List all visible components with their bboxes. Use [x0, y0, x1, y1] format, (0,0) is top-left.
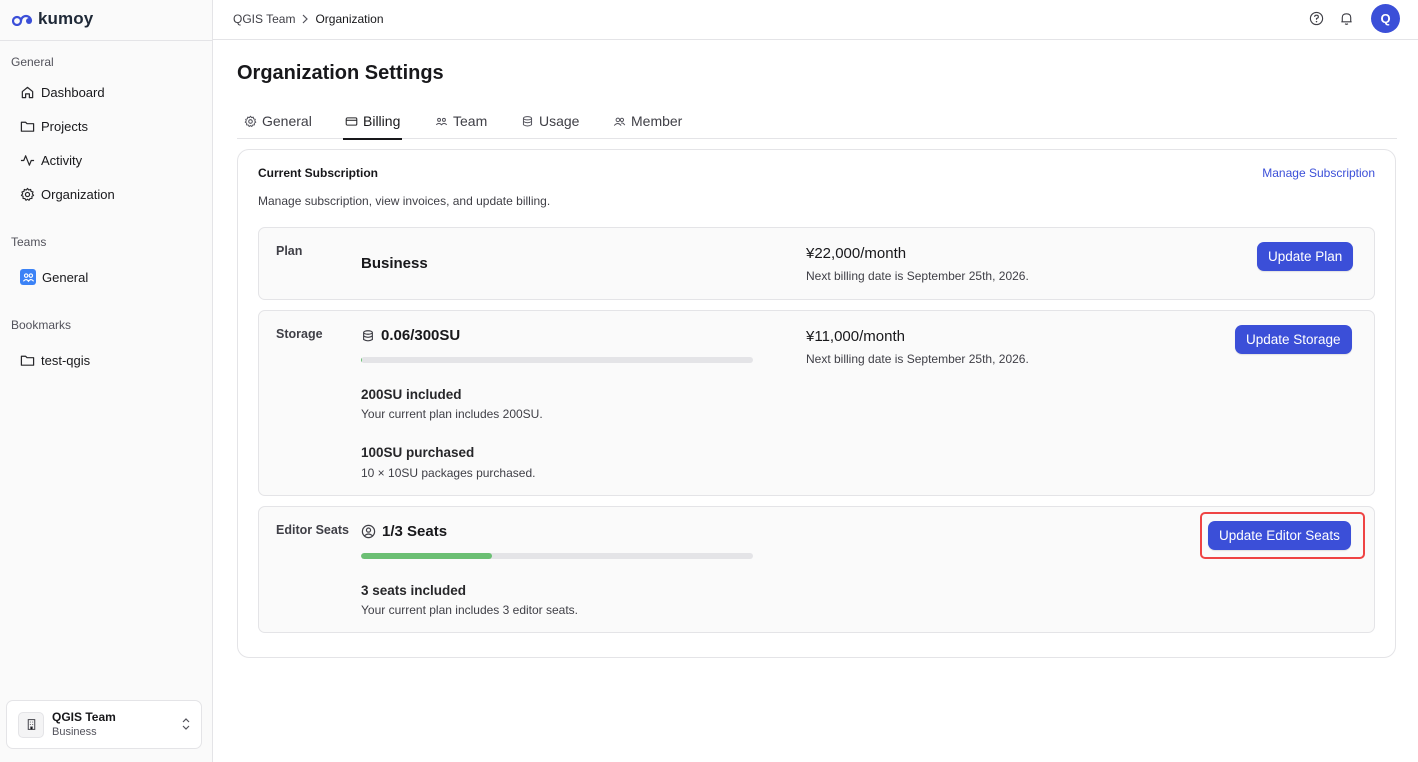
sidebar-item-projects[interactable]: Projects [20, 114, 88, 138]
sidebar-item-bookmark[interactable]: test-qgis [20, 348, 90, 372]
settings-tabs: General Billing Team Usage Member [237, 103, 1397, 140]
brand-logo[interactable]: kumoy [12, 9, 93, 29]
sidebar-item-team-general[interactable]: General [20, 265, 88, 289]
breadcrumb-item-current: Organization [315, 12, 384, 26]
seats-included-sub: Your current plan includes 3 editor seat… [361, 603, 579, 617]
users-icon [613, 117, 626, 126]
sidebar-divider [0, 40, 212, 41]
avatar[interactable]: Q [1371, 4, 1400, 33]
sidebar-item-label: Organization [41, 186, 115, 202]
section-label-teams: Teams [11, 235, 47, 249]
sidebar-item-label: Projects [41, 118, 88, 134]
team-icon [20, 269, 36, 285]
editor-seats-progress-bar [361, 553, 753, 559]
editor-seats-label: Editor Seats [276, 523, 349, 537]
team-switcher-plan: Business [52, 725, 97, 738]
tab-label: Team [453, 113, 488, 129]
bell-icon[interactable] [1337, 10, 1355, 28]
card-description: Manage subscription, view invoices, and … [258, 194, 551, 208]
update-plan-button[interactable]: Update Plan [1257, 242, 1354, 271]
storage-label: Storage [276, 327, 323, 341]
gear-icon [244, 115, 257, 127]
tab-label: Billing [363, 113, 401, 129]
editor-seats-row: Editor Seats 1/3 Seats Update Editor Sea… [258, 506, 1375, 633]
database-icon [522, 115, 533, 126]
seats-included-title: 3 seats included [361, 583, 467, 598]
tab-label: Usage [539, 113, 580, 129]
sidebar-item-label: General [42, 269, 89, 285]
building-icon [18, 711, 44, 738]
sidebar-item-label: Dashboard [41, 84, 105, 100]
plan-name: Business [361, 255, 428, 272]
card-title: Current Subscription [258, 166, 379, 180]
credit-card-icon [345, 116, 358, 126]
help-icon[interactable] [1307, 10, 1325, 28]
manage-subscription-link[interactable]: Manage Subscription [1262, 166, 1375, 180]
storage-included-title: 200SU included [361, 387, 462, 402]
editor-seats-progress-fill [361, 553, 492, 559]
cloud-logo-icon [12, 14, 33, 26]
storage-usage-value: 0.06/300SU [381, 327, 461, 344]
tab-member[interactable]: Member [613, 103, 682, 139]
tab-usage[interactable]: Usage [521, 103, 579, 139]
update-editor-seats-button[interactable]: Update Editor Seats [1208, 521, 1351, 550]
top-bar: QGIS Team Organization Q [213, 0, 1418, 40]
folder-icon [20, 121, 35, 132]
sidebar: kumoy General Dashboard Projects Activit… [0, 0, 213, 762]
chevron-up-down-icon [182, 718, 190, 730]
brand-name: kumoy [38, 9, 94, 28]
team-icon [435, 117, 448, 125]
sidebar-item-label: Activity [41, 152, 83, 168]
tab-team[interactable]: Team [435, 103, 487, 139]
folder-icon [20, 355, 35, 366]
team-switcher-name: QGIS Team [52, 709, 116, 724]
storage-next-billing: Next billing date is September 25th, 202… [806, 352, 1029, 366]
tab-billing[interactable]: Billing [342, 103, 403, 140]
sidebar-item-dashboard[interactable]: Dashboard [20, 80, 105, 104]
storage-purchased-title: 100SU purchased [361, 445, 475, 460]
subscription-card: Current Subscription Manage Subscription… [237, 149, 1396, 658]
storage-progress-bar [361, 357, 753, 363]
top-actions: Q [1307, 4, 1400, 33]
tab-general[interactable]: General [244, 103, 312, 139]
editor-seats-usage-value: 1/3 Seats [382, 523, 448, 540]
tab-label: General [262, 113, 312, 129]
team-switcher[interactable]: QGIS Team Business [6, 700, 202, 749]
sidebar-item-organization[interactable]: Organization [20, 182, 115, 206]
sidebar-item-label: test-qgis [41, 352, 91, 368]
plan-label: Plan [276, 244, 303, 258]
section-label-general: General [11, 55, 54, 69]
home-icon [21, 86, 34, 98]
breadcrumb: QGIS Team Organization [233, 12, 384, 26]
storage-row: Storage 0.06/300SU ¥11,000/month Next bi… [258, 310, 1375, 496]
storage-price: ¥11,000/month [806, 328, 905, 345]
breadcrumb-item-team[interactable]: QGIS Team [233, 12, 295, 26]
sidebar-item-activity[interactable]: Activity [20, 148, 82, 172]
plan-price: ¥22,000/month [806, 245, 907, 262]
user-circle-icon [361, 524, 376, 539]
database-icon [363, 329, 373, 341]
tab-label: Member [631, 113, 683, 129]
activity-icon [20, 154, 35, 166]
storage-usage: 0.06/300SU [361, 327, 460, 344]
plan-next-billing: Next billing date is September 25th, 202… [806, 269, 1029, 283]
section-label-bookmarks: Bookmarks [11, 318, 72, 332]
storage-included-sub: Your current plan includes 200SU. [361, 407, 543, 421]
page-title: Organization Settings [237, 62, 444, 84]
gear-icon [20, 187, 35, 201]
storage-purchased-sub: 10 × 10SU packages purchased. [361, 466, 536, 480]
chevron-right-icon [303, 14, 309, 24]
plan-row: Plan Business ¥22,000/month Next billing… [258, 227, 1375, 300]
update-storage-button[interactable]: Update Storage [1235, 325, 1352, 354]
editor-seats-usage: 1/3 Seats [361, 523, 447, 540]
